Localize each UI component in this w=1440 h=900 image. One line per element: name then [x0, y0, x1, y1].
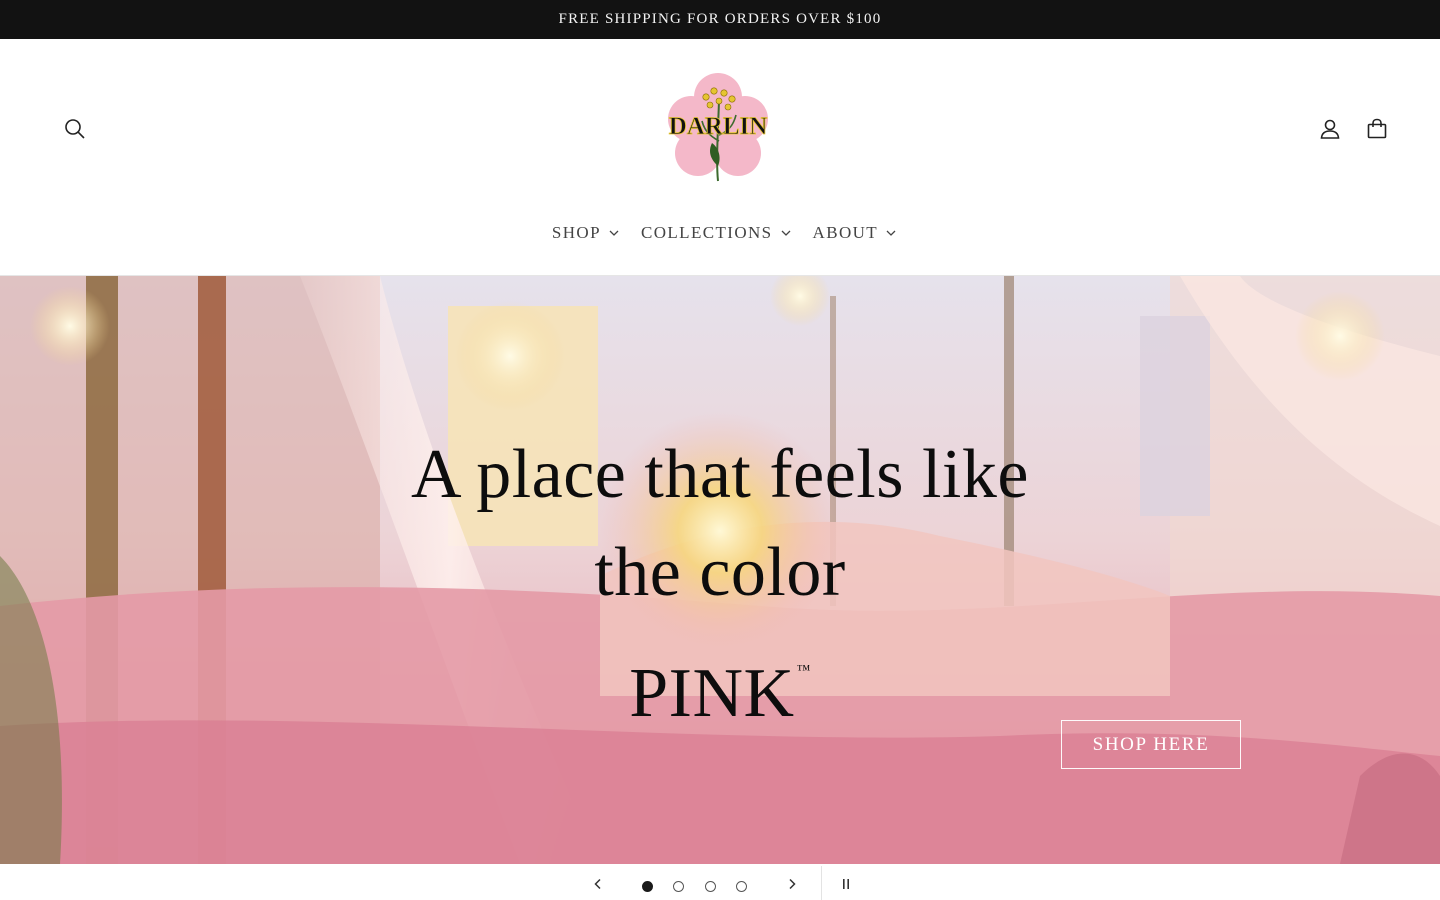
account-icon: [1320, 119, 1340, 139]
cart-icon: [1367, 118, 1387, 139]
nav-item-collections[interactable]: COLLECTIONS: [641, 219, 791, 247]
next-slide-button[interactable]: [782, 874, 802, 894]
nav-label: COLLECTIONS: [640, 223, 773, 242]
slide-dot-1[interactable]: [642, 881, 653, 892]
slideshow-controls: [0, 864, 1440, 900]
announcement-text: FREE SHIPPING FOR ORDERS OVER $100: [558, 11, 882, 27]
slide-dot-2[interactable]: [673, 881, 684, 892]
pause-slideshow-button[interactable]: [836, 874, 856, 894]
announcement-bar: FREE SHIPPING FOR ORDERS OVER $100: [0, 0, 1440, 39]
site-header: DARLIN SHOP COLLECTIONS ABOUT: [0, 39, 1440, 276]
shop-here-button[interactable]: SHOP HERE: [1061, 720, 1241, 769]
pause-icon: [843, 879, 849, 889]
nav-label: SHOP: [551, 223, 601, 242]
slide-dot-4[interactable]: [736, 881, 747, 892]
logo-graphic: DARLIN: [668, 73, 768, 182]
darlin-logo[interactable]: DARLIN: [658, 71, 778, 187]
hero-slideshow: A place that feels like the color PINK ™ …: [0, 276, 1440, 864]
chevron-left-icon: [594, 878, 601, 890]
search-button[interactable]: [58, 112, 92, 146]
chevron-down-icon: [886, 230, 896, 236]
chevron-right-icon: [789, 878, 796, 890]
hero-heading: A place that feels like the color PINK ™: [0, 426, 1440, 743]
nav-item-shop[interactable]: SHOP: [552, 219, 619, 247]
cart-button[interactable]: [1360, 112, 1394, 146]
nav-label: ABOUT: [812, 223, 879, 242]
trademark-symbol: ™: [796, 663, 811, 678]
chevron-down-icon: [609, 230, 619, 236]
hero-line-2: the color: [594, 534, 846, 611]
chevron-down-icon: [781, 230, 790, 236]
search-icon: [65, 119, 85, 139]
hero-line-1: A place that feels like: [411, 436, 1029, 513]
hero-pink-word: PINK: [629, 655, 795, 732]
slide-dot-3[interactable]: [705, 881, 716, 892]
logo-text: DARLIN: [669, 113, 768, 140]
controls-divider: [821, 866, 822, 900]
nav-item-about[interactable]: ABOUT: [813, 219, 897, 247]
main-nav: SHOP COLLECTIONS ABOUT: [0, 219, 1440, 247]
account-button[interactable]: [1313, 112, 1347, 146]
previous-slide-button[interactable]: [588, 874, 608, 894]
